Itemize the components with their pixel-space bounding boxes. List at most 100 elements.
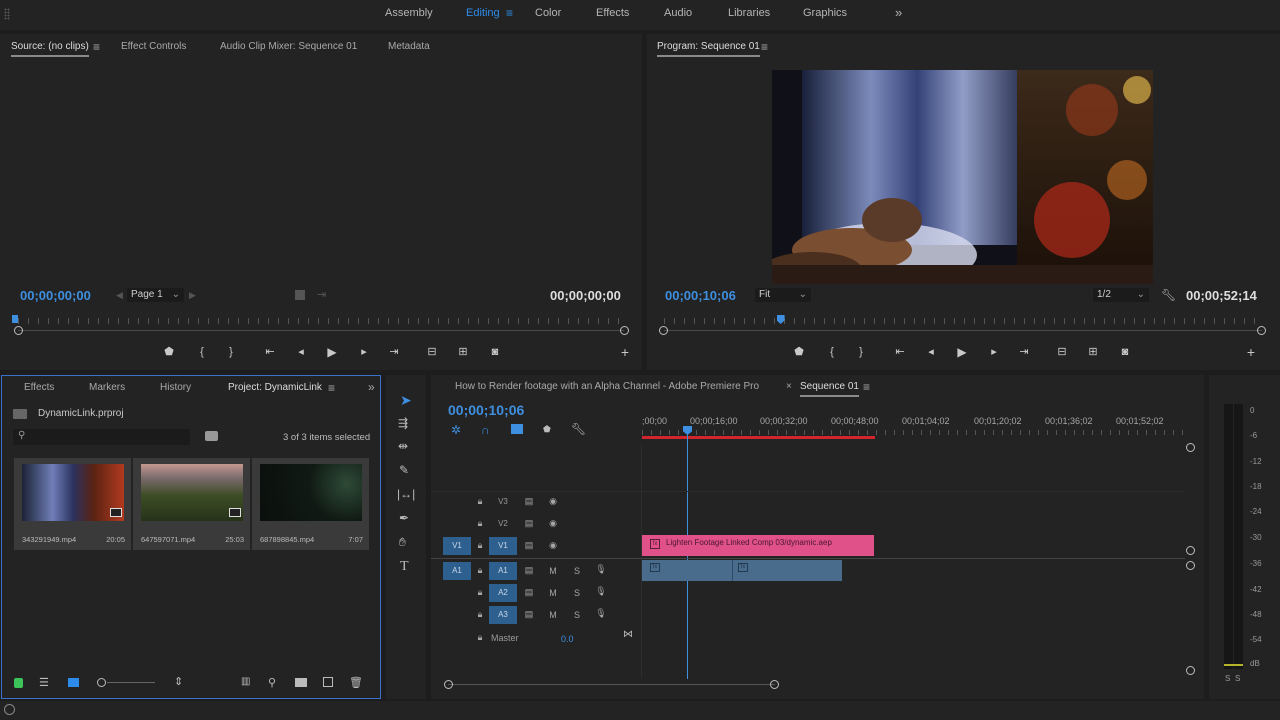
- step-back-icon[interactable]: ◂: [293, 344, 309, 360]
- sync-lock-icon[interactable]: ▤: [523, 496, 535, 507]
- page-dropdown[interactable]: Page 1 ⌄: [127, 288, 184, 302]
- timeline-timecode[interactable]: 00;00;10;06: [448, 402, 524, 418]
- sync-lock-icon[interactable]: ▤: [523, 609, 535, 620]
- tab-markers[interactable]: Markers: [89, 382, 125, 393]
- solo-left-button[interactable]: S: [1225, 674, 1230, 683]
- mark-in-icon[interactable]: {: [824, 344, 840, 360]
- timeline-horizontal-scrollbar[interactable]: [448, 684, 775, 685]
- add-marker-icon[interactable]: ⬟: [161, 344, 177, 360]
- safe-margins-icon[interactable]: [295, 290, 305, 300]
- workspace-tab-audio[interactable]: Audio: [664, 0, 692, 30]
- fit-dropdown[interactable]: Fit ⌄: [755, 288, 811, 302]
- status-icon[interactable]: [4, 704, 15, 715]
- track-select-tool-icon[interactable]: ⇶: [398, 416, 408, 430]
- go-to-out-icon[interactable]: ⇥: [1016, 344, 1032, 360]
- workspace-tab-color[interactable]: Color: [535, 0, 561, 30]
- lock-icon[interactable]: 🔒︎: [474, 496, 486, 507]
- hand-tool-icon[interactable]: ✋︎: [399, 535, 406, 550]
- workspace-tab-editing[interactable]: Editing: [466, 0, 500, 30]
- tab-effects[interactable]: Effects: [24, 382, 54, 393]
- sync-lock-icon[interactable]: ▤: [523, 565, 535, 576]
- tab-source[interactable]: Source: (no clips): [11, 41, 89, 57]
- program-menu-icon[interactable]: ≡: [761, 40, 768, 54]
- linked-selection-icon[interactable]: [511, 424, 523, 434]
- zoom-slider-track[interactable]: [107, 682, 155, 683]
- workspace-tab-effects[interactable]: Effects: [596, 0, 629, 30]
- lock-icon[interactable]: 🔒︎: [474, 587, 486, 598]
- insert-icon[interactable]: ⇥: [317, 288, 326, 301]
- workspace-menu-icon[interactable]: ≡: [506, 0, 513, 30]
- step-forward-icon[interactable]: ▸: [356, 344, 372, 360]
- lock-icon[interactable]: [14, 678, 23, 688]
- workspace-tab-assembly[interactable]: Assembly: [385, 0, 433, 30]
- close-icon[interactable]: ×: [786, 381, 792, 392]
- play-icon[interactable]: ▶: [954, 344, 970, 360]
- new-item-icon[interactable]: [323, 677, 333, 687]
- workspace-overflow-button[interactable]: »: [895, 0, 902, 30]
- track-label-a2[interactable]: A2: [489, 584, 517, 602]
- automate-to-sequence-icon[interactable]: ▥: [241, 676, 250, 687]
- mute-button[interactable]: M: [547, 588, 559, 598]
- solo-button[interactable]: S: [571, 610, 583, 620]
- go-to-end-icon[interactable]: ⋈: [623, 629, 633, 640]
- mark-out-icon[interactable]: }: [223, 344, 239, 360]
- source-zoom-start[interactable]: [14, 326, 23, 335]
- resolution-dropdown[interactable]: 1/2 ⌄: [1093, 288, 1149, 302]
- project-item-3[interactable]: 687898845.mp4 7:07: [252, 458, 369, 550]
- microphone-icon[interactable]: 🎙︎: [595, 608, 607, 619]
- mark-in-icon[interactable]: {: [194, 344, 210, 360]
- ripple-edit-tool-icon[interactable]: ⇹: [398, 439, 408, 453]
- solo-button[interactable]: S: [571, 566, 583, 576]
- work-area-bar[interactable]: [642, 436, 875, 439]
- lock-icon[interactable]: 🔒︎: [474, 518, 486, 529]
- pen-tool-icon[interactable]: ✒: [399, 511, 409, 525]
- tab-project[interactable]: Project: DynamicLink: [228, 382, 322, 393]
- prev-page-icon[interactable]: ◀: [116, 290, 123, 301]
- microphone-icon[interactable]: 🎙︎: [595, 586, 607, 597]
- zoom-slider[interactable]: [97, 678, 155, 688]
- project-item-1[interactable]: 343291949.mp4 20:05: [14, 458, 131, 550]
- sequence-menu-icon[interactable]: ≡: [863, 380, 870, 394]
- timeline-ruler[interactable]: [642, 430, 1185, 435]
- workspace-tab-libraries[interactable]: Libraries: [728, 0, 770, 30]
- slip-tool-icon[interactable]: |↔|: [397, 487, 415, 501]
- program-zoom-start[interactable]: [659, 326, 668, 335]
- go-to-in-icon[interactable]: ⇤: [892, 344, 908, 360]
- track-label-v3[interactable]: V3: [489, 493, 517, 511]
- nest-toggle-icon[interactable]: ✲: [451, 423, 461, 437]
- program-scrollbar[interactable]: [664, 330, 1262, 331]
- add-marker-icon[interactable]: ⬟: [543, 424, 551, 435]
- tab-render-tutorial[interactable]: How to Render footage with an Alpha Chan…: [455, 381, 759, 392]
- track-label-a1[interactable]: A1: [489, 562, 517, 580]
- tab-audio-clip-mixer[interactable]: Audio Clip Mixer: Sequence 01: [220, 41, 357, 52]
- play-icon[interactable]: ▶: [324, 344, 340, 360]
- source-menu-icon[interactable]: ≡: [93, 40, 100, 54]
- timeline-settings-icon[interactable]: 🔧︎: [571, 422, 586, 436]
- project-menu-icon[interactable]: ≡: [328, 381, 335, 395]
- track-label-v2[interactable]: V2: [489, 515, 517, 533]
- step-back-icon[interactable]: ◂: [923, 344, 939, 360]
- mute-button[interactable]: M: [547, 610, 559, 620]
- source-scrollbar[interactable]: [18, 330, 624, 331]
- source-time-ruler[interactable]: [18, 318, 624, 324]
- track-label-a3[interactable]: A3: [489, 606, 517, 624]
- eye-icon[interactable]: ◉: [547, 518, 559, 529]
- master-volume-value[interactable]: 0.0: [561, 634, 574, 644]
- step-forward-icon[interactable]: ▸: [986, 344, 1002, 360]
- mute-button[interactable]: M: [547, 566, 559, 576]
- sync-lock-icon[interactable]: ▤: [523, 587, 535, 598]
- list-view-icon[interactable]: ☰: [39, 676, 49, 689]
- new-bin-icon[interactable]: [295, 678, 307, 687]
- razor-tool-icon[interactable]: ✎: [399, 463, 409, 477]
- add-marker-icon[interactable]: ⬟: [791, 344, 807, 360]
- source-zoom-end[interactable]: [620, 326, 629, 335]
- insert-button-icon[interactable]: ⊟: [424, 344, 440, 360]
- lock-icon[interactable]: 🔒︎: [474, 632, 486, 643]
- type-tool-icon[interactable]: T: [400, 559, 409, 575]
- source-patch-a1[interactable]: A1: [443, 562, 471, 580]
- solo-button[interactable]: S: [571, 588, 583, 598]
- eye-icon[interactable]: ◉: [547, 540, 559, 551]
- sync-lock-icon[interactable]: ▤: [523, 518, 535, 529]
- vertical-scroll-audio[interactable]: [1186, 561, 1195, 570]
- go-to-in-icon[interactable]: ⇤: [262, 344, 278, 360]
